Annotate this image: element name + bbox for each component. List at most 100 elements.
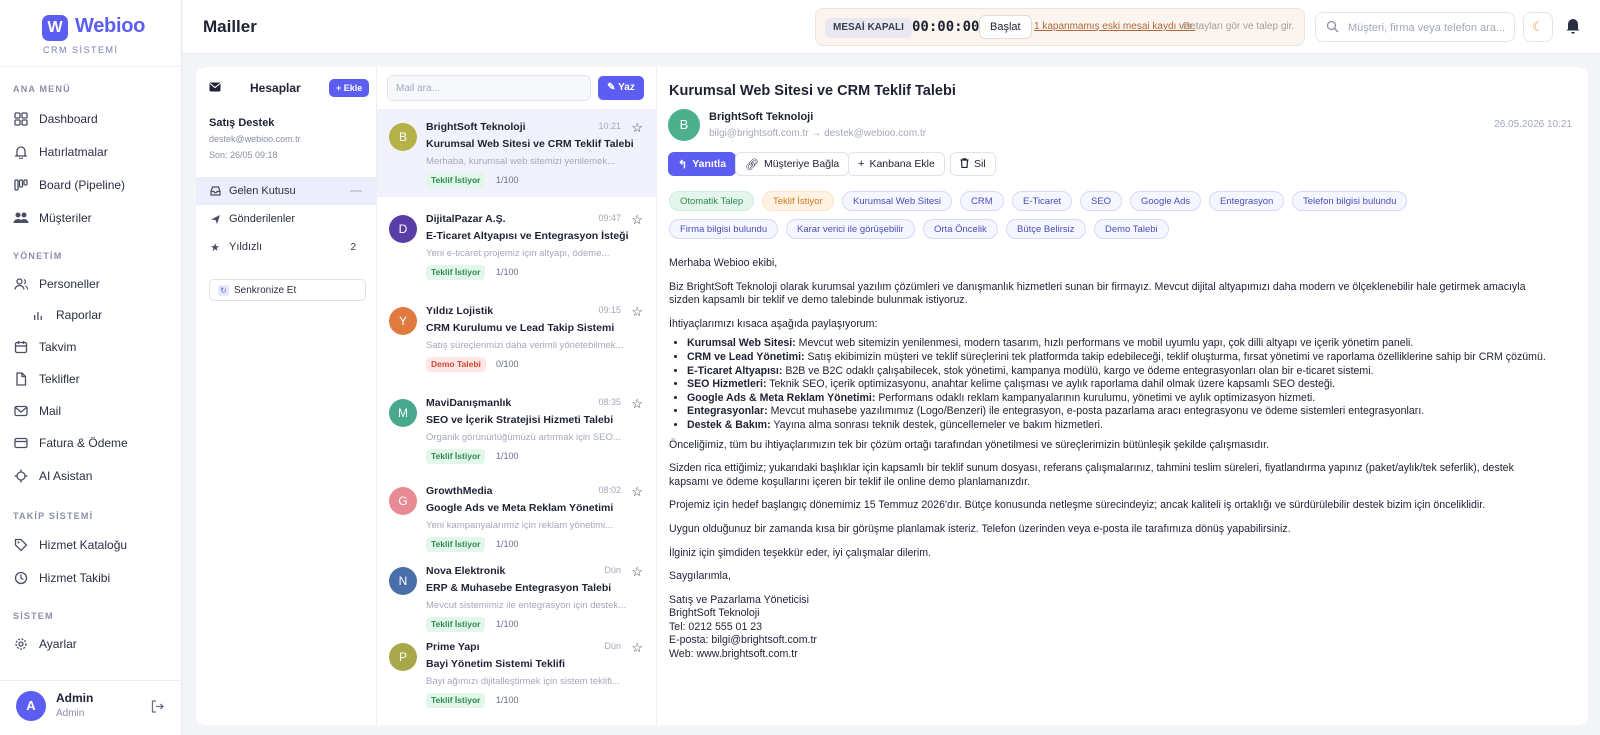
sidebar-item-ai-assistant[interactable]: AI Asistan xyxy=(13,464,92,488)
compose-button[interactable]: ✎ Yaz xyxy=(598,76,644,100)
mail-snippet: Organik görünürlüğümüzü artırmak için SE… xyxy=(426,432,621,443)
mail-subject-preview: Kurumsal Web Sitesi ve CRM Teklif Talebi xyxy=(426,138,634,150)
star-outline-icon[interactable]: ☆ xyxy=(631,640,643,656)
tag-chip[interactable]: Entegrasyon xyxy=(1209,191,1285,211)
mail-time: Dün xyxy=(604,641,621,651)
star-icon: ★ xyxy=(210,241,220,254)
compose-label: Yaz xyxy=(618,82,635,93)
start-shift-button[interactable]: Başlat xyxy=(979,15,1032,39)
tag-chip[interactable]: Google Ads xyxy=(1130,191,1202,211)
signature-line: Web: www.brightsoft.com.tr xyxy=(669,648,798,661)
tag-chip[interactable]: Bütçe Belirsiz xyxy=(1006,219,1086,239)
tag-chip[interactable]: Otomatik Talep xyxy=(669,191,755,211)
requirements-list: Kurumsal Web Sitesi: Mevcut web sitemizi… xyxy=(687,337,1549,432)
tag-chip[interactable]: Teklif İstiyor xyxy=(762,191,834,211)
sidebar-item-service-catalog[interactable]: Hizmet Kataloğu xyxy=(13,533,127,557)
mail-list-item[interactable]: P Prime Yapı Dün ☆ Bayi Yönetim Sistemi Tekl… xyxy=(377,629,657,717)
star-outline-icon[interactable]: ☆ xyxy=(631,484,643,500)
mail-list-item[interactable]: Y Yıldız Lojistik 09:15 ☆ CRM Kurulumu ve Le… xyxy=(377,293,657,381)
requirement-text: Satış ekibimizin müşteri ve teklif süreç… xyxy=(804,350,1546,363)
delete-button[interactable]: Sil xyxy=(950,152,996,176)
mail-snippet: Mevcut sistemimiz ile entegrasyon için d… xyxy=(426,600,627,611)
sidebar-item-reports[interactable]: Raporlar xyxy=(30,303,102,327)
sidebar-item-customers[interactable]: Müşteriler xyxy=(13,206,92,230)
folder-count: 2 xyxy=(350,241,356,253)
mail-list-item[interactable]: B BrightSoft Teknoloji 10:21 ☆ Kurumsal Web … xyxy=(377,109,657,197)
sidebar-item-service-tracking[interactable]: Hizmet Takibi xyxy=(13,566,110,590)
tag-chip[interactable]: Demo Talebi xyxy=(1094,219,1169,239)
reply-button[interactable]: ↰ Yanıtla xyxy=(668,152,737,176)
sidebar-item-settings[interactable]: Ayarlar xyxy=(13,632,77,656)
folder-starred[interactable]: ★ Yıldızlı 2 xyxy=(196,233,376,261)
add-account-button[interactable]: + Ekle xyxy=(329,79,370,97)
tag-chip[interactable]: Firma bilgisi bulundu xyxy=(669,219,779,239)
board-icon xyxy=(13,177,29,193)
tag-chip[interactable]: E-Ticaret xyxy=(1012,191,1073,211)
requirement-text: Mevcut web sitemizin yenilenmesi, modern… xyxy=(795,337,1414,350)
sender-avatar: M xyxy=(389,399,417,427)
mail-snippet: Satış süreçlerimizi daha verimli yöneteb… xyxy=(426,340,624,351)
folder-inbox[interactable]: Gelen Kutusu xyxy=(196,177,376,205)
search-icon xyxy=(1326,20,1339,36)
mail-paragraph: Sizden rica ettiğimiz; yukarıdaki başlık… xyxy=(669,462,1514,488)
requirement-key: E-Ticaret Altyapısı: xyxy=(687,364,783,377)
user-name: Admin xyxy=(56,691,94,705)
sidebar-item-offers[interactable]: Teklifler xyxy=(13,367,80,391)
requirement-item: Kurumsal Web Sitesi: Mevcut web sitemizi… xyxy=(687,337,1549,351)
folder-sent[interactable]: Gönderilenler xyxy=(196,205,376,233)
mail-score: 1/100 xyxy=(496,619,519,629)
section-title-management: YÖNETİM xyxy=(13,251,63,261)
tag-chip[interactable]: CRM xyxy=(960,191,1004,211)
brand: W Webioo CRM SİSTEMİ xyxy=(0,0,181,67)
mail-search-input[interactable] xyxy=(396,81,582,96)
sidebar-item-label: Dashboard xyxy=(39,112,98,126)
mail-sender: Prime Yapı xyxy=(426,641,480,653)
sidebar-item-dashboard[interactable]: Dashboard xyxy=(13,107,98,131)
tag-chip[interactable]: Orta Öncelik xyxy=(923,219,998,239)
kanban-label: Kanbana Ekle xyxy=(869,158,935,170)
mail-paragraph: Önceliğimiz, tüm bu ihtiyaçlarımızın tek… xyxy=(669,438,1269,451)
trash-icon xyxy=(960,157,969,171)
mail-subject-preview: Bayi Yönetim Sistemi Teklifi xyxy=(426,658,566,670)
tag-chip[interactable]: SEO xyxy=(1080,191,1123,211)
sidebar-item-staff[interactable]: Personeller xyxy=(13,272,100,296)
add-to-kanban-button[interactable]: + Kanbana Ekle xyxy=(848,152,945,176)
mail-paragraph: Projemiz için hedef başlangıç dönemimiz … xyxy=(669,499,1486,512)
sync-button[interactable]: ↻ Senkronize Et xyxy=(209,279,366,301)
mail-body: Merhaba Webioo ekibi, Biz BrightSoft Tek… xyxy=(669,257,1549,662)
mail-list-item[interactable]: D DijitalPazar A.Ş. 09:47 ☆ E-Ticaret Altyap… xyxy=(377,201,657,289)
star-outline-icon[interactable]: ☆ xyxy=(631,564,643,580)
mail-list-item[interactable]: G GrowthMedia 08:02 ☆ Google Ads ve Meta Rek… xyxy=(377,473,657,561)
star-outline-icon[interactable]: ☆ xyxy=(631,212,643,228)
tag-chip[interactable]: Telefon bilgisi bulundu xyxy=(1292,191,1408,211)
sidebar-item-mail[interactable]: Mail xyxy=(13,399,61,423)
mail-time: 08:02 xyxy=(598,485,621,495)
notification-bell-icon[interactable] xyxy=(1565,17,1581,37)
sidebar-item-label: Ayarlar xyxy=(39,637,77,651)
sidebar-item-board[interactable]: Board (Pipeline) xyxy=(13,173,125,197)
mail-closing: Saygılarımla, xyxy=(669,570,731,583)
star-outline-icon[interactable]: ☆ xyxy=(631,396,643,412)
star-outline-icon[interactable]: ☆ xyxy=(631,120,643,136)
sidebar-item-reminders[interactable]: Hatırlatmalar xyxy=(13,140,108,164)
mail-list-item[interactable]: N Nova Elektronik Dün ☆ ERP & Muhasebe Enteg… xyxy=(377,553,657,641)
star-outline-icon[interactable]: ☆ xyxy=(631,304,643,320)
topbar: Mailler MESAİ KAPALI 00:00:00 Başlat 1 k… xyxy=(183,0,1600,54)
mail-tag-badge: Teklif İstiyor xyxy=(426,693,486,708)
user-profile[interactable]: A Admin Admin xyxy=(0,680,182,735)
tag-chip[interactable]: Karar verici ile görüşebilir xyxy=(786,219,915,239)
sidebar-item-calendar[interactable]: Takvim xyxy=(13,335,76,359)
requirement-key: Kurumsal Web Sitesi: xyxy=(687,337,796,350)
open-shift-link[interactable]: 1 kapanmamış eski mesai kaydı var. xyxy=(1034,21,1195,32)
requirement-text: Teknik SEO, içerik optimizasyonu, anahta… xyxy=(766,378,1336,391)
theme-toggle-moon-icon[interactable]: ☾ xyxy=(1523,12,1553,42)
section-title-tracking: TAKİP SİSTEMİ xyxy=(13,511,94,521)
sidebar-item-billing[interactable]: Fatura & Ödeme xyxy=(13,431,128,455)
logout-icon[interactable] xyxy=(150,699,165,717)
tag-chip[interactable]: Kurumsal Web Sitesi xyxy=(842,191,952,211)
mail-score: 0/100 xyxy=(496,359,519,369)
link-customer-button[interactable]: 🔗︎ Müşteriye Bağla xyxy=(735,152,850,176)
mail-list-item[interactable]: M MaviDanışmanlık 08:35 ☆ SEO ve İçerik Stra… xyxy=(377,385,657,473)
sidebar-item-label: Müşteriler xyxy=(39,211,92,225)
global-search-input[interactable] xyxy=(1348,19,1508,36)
